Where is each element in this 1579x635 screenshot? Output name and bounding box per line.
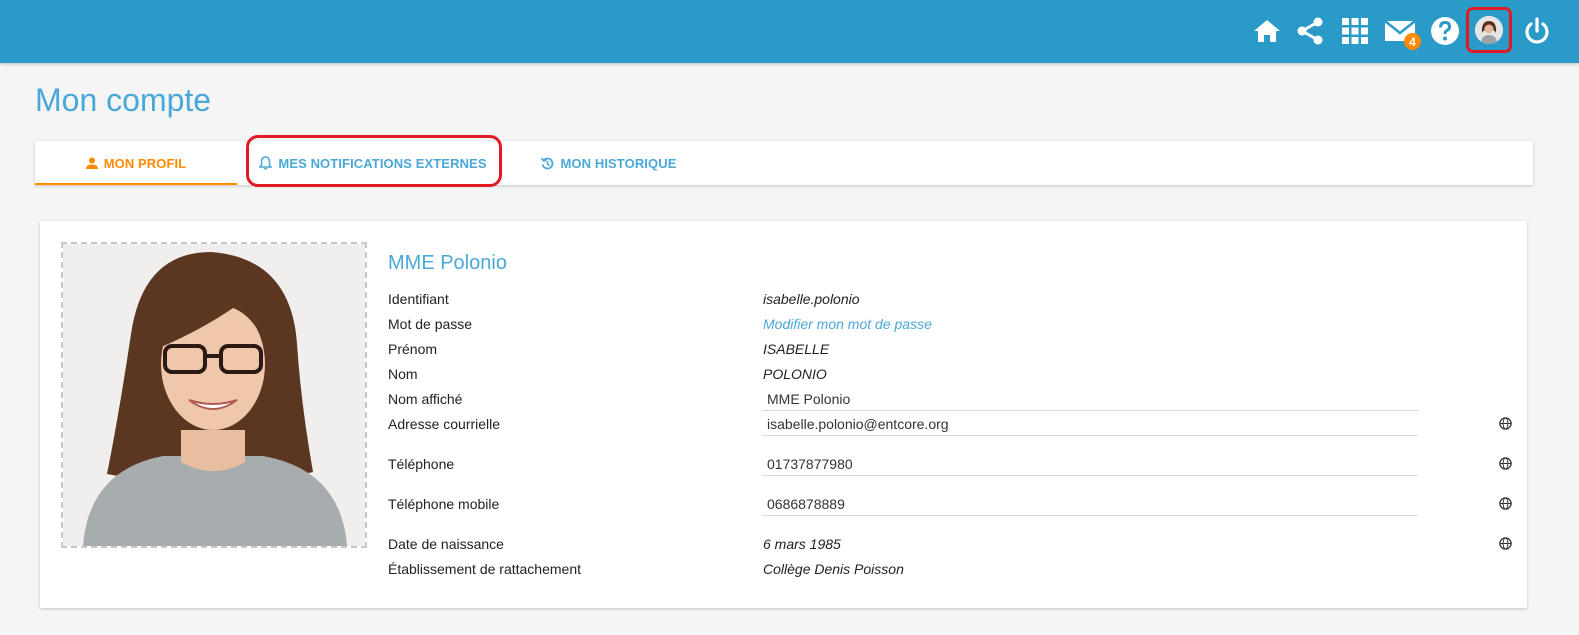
phone-input[interactable] (762, 452, 1418, 476)
user-avatar (1475, 16, 1503, 44)
share-icon[interactable] (1294, 15, 1326, 47)
apps-grid-icon[interactable] (1339, 15, 1371, 47)
profile-photo[interactable] (61, 242, 367, 548)
label-identifiant: Identifiant (388, 291, 449, 307)
power-icon[interactable] (1521, 15, 1553, 47)
person-icon (85, 157, 98, 169)
home-icon[interactable] (1251, 15, 1283, 47)
mobile-input[interactable] (762, 492, 1418, 516)
label-email: Adresse courrielle (388, 416, 501, 432)
label-etablissement: Établissement de rattachement (388, 561, 581, 577)
account-tabs: MON PROFIL MES NOTIFICATIONS EXTERNES MO… (35, 141, 1533, 185)
page-title: Mon compte (35, 82, 212, 118)
value-date-naissance: 6 mars 1985 (763, 536, 841, 552)
tab-label: MON HISTORIQUE (560, 155, 677, 171)
mail-icon[interactable]: 4 (1384, 15, 1421, 50)
globe-icon[interactable] (1499, 417, 1512, 430)
value-nom: POLONIO (763, 366, 827, 382)
label-nom-affiche: Nom affiché (388, 391, 463, 407)
history-icon (541, 157, 554, 169)
change-password-link[interactable]: Modifier mon mot de passe (763, 316, 932, 332)
tab-mon-profil[interactable]: MON PROFIL (35, 141, 237, 185)
tab-label: MON PROFIL (103, 155, 187, 171)
value-identifiant: isabelle.polonio (763, 291, 860, 307)
profile-display-name: MME Polonio (388, 252, 507, 274)
label-mot-de-passe: Mot de passe (388, 316, 473, 332)
email-input[interactable] (762, 412, 1418, 436)
bell-icon (259, 156, 273, 170)
top-navigation-bar: 4 (0, 0, 1579, 63)
label-telephone-mobile: Téléphone mobile (388, 496, 500, 512)
tab-mon-historique[interactable]: MON HISTORIQUE (535, 141, 683, 185)
value-prenom: ISABELLE (763, 341, 830, 357)
help-icon[interactable] (1429, 15, 1461, 47)
mail-badge: 4 (1404, 33, 1421, 50)
globe-icon[interactable] (1499, 457, 1512, 470)
value-etablissement: Collège Denis Poisson (763, 561, 904, 577)
globe-icon[interactable] (1499, 537, 1512, 550)
label-date-naissance: Date de naissance (388, 536, 504, 552)
label-telephone: Téléphone (388, 456, 455, 472)
globe-icon[interactable] (1499, 497, 1512, 510)
label-prenom: Prénom (388, 341, 438, 357)
display-name-input[interactable] (762, 387, 1418, 411)
profile-card: MME Polonio Identifiant isabelle.polonio… (40, 221, 1527, 608)
label-nom: Nom (388, 366, 418, 382)
user-avatar-button[interactable] (1466, 7, 1512, 53)
tab-notifications-externes[interactable]: MES NOTIFICATIONS EXTERNES (253, 141, 493, 185)
tab-label: MES NOTIFICATIONS EXTERNES (278, 155, 487, 171)
